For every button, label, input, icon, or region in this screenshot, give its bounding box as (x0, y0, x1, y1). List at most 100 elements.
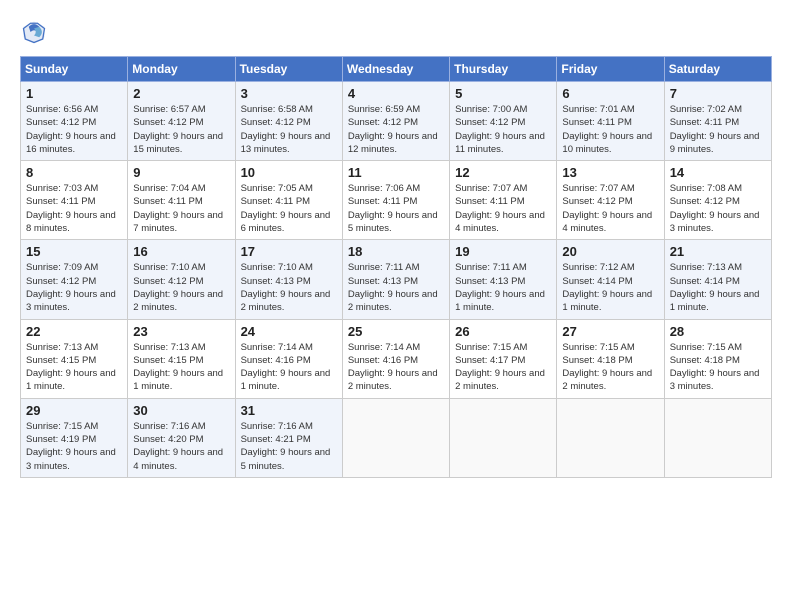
calendar-day-header: Tuesday (235, 57, 342, 82)
calendar-day-header: Saturday (664, 57, 771, 82)
cell-day-number: 10 (241, 165, 337, 180)
calendar-cell: 15 Sunrise: 7:09 AMSunset: 4:12 PMDaylig… (21, 240, 128, 319)
cell-sunrise: Sunrise: 6:56 AMSunset: 4:12 PMDaylight:… (26, 104, 116, 155)
calendar-cell (664, 398, 771, 477)
cell-sunrise: Sunrise: 6:57 AMSunset: 4:12 PMDaylight:… (133, 104, 223, 155)
page: SundayMondayTuesdayWednesdayThursdayFrid… (0, 0, 792, 612)
cell-sunrise: Sunrise: 6:58 AMSunset: 4:12 PMDaylight:… (241, 104, 331, 155)
cell-sunrise: Sunrise: 7:15 AMSunset: 4:19 PMDaylight:… (26, 421, 116, 472)
calendar-cell: 17 Sunrise: 7:10 AMSunset: 4:13 PMDaylig… (235, 240, 342, 319)
calendar-cell: 29 Sunrise: 7:15 AMSunset: 4:19 PMDaylig… (21, 398, 128, 477)
cell-day-number: 26 (455, 324, 551, 339)
cell-sunrise: Sunrise: 7:09 AMSunset: 4:12 PMDaylight:… (26, 262, 116, 313)
calendar-cell (557, 398, 664, 477)
cell-day-number: 1 (26, 86, 122, 101)
cell-sunrise: Sunrise: 7:03 AMSunset: 4:11 PMDaylight:… (26, 183, 116, 234)
calendar-week-row: 1 Sunrise: 6:56 AMSunset: 4:12 PMDayligh… (21, 82, 772, 161)
cell-sunrise: Sunrise: 7:12 AMSunset: 4:14 PMDaylight:… (562, 262, 652, 313)
calendar-week-row: 22 Sunrise: 7:13 AMSunset: 4:15 PMDaylig… (21, 319, 772, 398)
calendar-day-header: Friday (557, 57, 664, 82)
calendar-cell: 7 Sunrise: 7:02 AMSunset: 4:11 PMDayligh… (664, 82, 771, 161)
calendar-cell: 30 Sunrise: 7:16 AMSunset: 4:20 PMDaylig… (128, 398, 235, 477)
cell-sunrise: Sunrise: 6:59 AMSunset: 4:12 PMDaylight:… (348, 104, 438, 155)
calendar-cell: 14 Sunrise: 7:08 AMSunset: 4:12 PMDaylig… (664, 161, 771, 240)
logo (20, 18, 52, 46)
calendar-cell: 11 Sunrise: 7:06 AMSunset: 4:11 PMDaylig… (342, 161, 449, 240)
cell-day-number: 16 (133, 244, 229, 259)
cell-sunrise: Sunrise: 7:11 AMSunset: 4:13 PMDaylight:… (455, 262, 545, 313)
calendar-cell: 5 Sunrise: 7:00 AMSunset: 4:12 PMDayligh… (450, 82, 557, 161)
calendar-cell (450, 398, 557, 477)
calendar-week-row: 15 Sunrise: 7:09 AMSunset: 4:12 PMDaylig… (21, 240, 772, 319)
cell-day-number: 3 (241, 86, 337, 101)
cell-day-number: 24 (241, 324, 337, 339)
calendar-cell: 6 Sunrise: 7:01 AMSunset: 4:11 PMDayligh… (557, 82, 664, 161)
cell-day-number: 20 (562, 244, 658, 259)
calendar-cell: 19 Sunrise: 7:11 AMSunset: 4:13 PMDaylig… (450, 240, 557, 319)
calendar-cell: 26 Sunrise: 7:15 AMSunset: 4:17 PMDaylig… (450, 319, 557, 398)
cell-sunrise: Sunrise: 7:07 AMSunset: 4:11 PMDaylight:… (455, 183, 545, 234)
cell-day-number: 12 (455, 165, 551, 180)
cell-day-number: 23 (133, 324, 229, 339)
cell-sunrise: Sunrise: 7:10 AMSunset: 4:12 PMDaylight:… (133, 262, 223, 313)
calendar-cell: 31 Sunrise: 7:16 AMSunset: 4:21 PMDaylig… (235, 398, 342, 477)
cell-day-number: 5 (455, 86, 551, 101)
calendar-week-row: 8 Sunrise: 7:03 AMSunset: 4:11 PMDayligh… (21, 161, 772, 240)
cell-day-number: 21 (670, 244, 766, 259)
cell-sunrise: Sunrise: 7:13 AMSunset: 4:14 PMDaylight:… (670, 262, 760, 313)
calendar-cell: 13 Sunrise: 7:07 AMSunset: 4:12 PMDaylig… (557, 161, 664, 240)
cell-sunrise: Sunrise: 7:08 AMSunset: 4:12 PMDaylight:… (670, 183, 760, 234)
calendar-cell: 18 Sunrise: 7:11 AMSunset: 4:13 PMDaylig… (342, 240, 449, 319)
calendar-cell: 21 Sunrise: 7:13 AMSunset: 4:14 PMDaylig… (664, 240, 771, 319)
cell-day-number: 18 (348, 244, 444, 259)
cell-day-number: 31 (241, 403, 337, 418)
calendar-cell: 28 Sunrise: 7:15 AMSunset: 4:18 PMDaylig… (664, 319, 771, 398)
cell-day-number: 4 (348, 86, 444, 101)
cell-sunrise: Sunrise: 7:14 AMSunset: 4:16 PMDaylight:… (348, 342, 438, 393)
cell-day-number: 13 (562, 165, 658, 180)
cell-sunrise: Sunrise: 7:02 AMSunset: 4:11 PMDaylight:… (670, 104, 760, 155)
calendar-day-header: Thursday (450, 57, 557, 82)
cell-day-number: 22 (26, 324, 122, 339)
cell-day-number: 9 (133, 165, 229, 180)
cell-sunrise: Sunrise: 7:16 AMSunset: 4:20 PMDaylight:… (133, 421, 223, 472)
calendar-cell: 22 Sunrise: 7:13 AMSunset: 4:15 PMDaylig… (21, 319, 128, 398)
cell-sunrise: Sunrise: 7:15 AMSunset: 4:18 PMDaylight:… (562, 342, 652, 393)
cell-day-number: 19 (455, 244, 551, 259)
cell-sunrise: Sunrise: 7:14 AMSunset: 4:16 PMDaylight:… (241, 342, 331, 393)
calendar-cell: 2 Sunrise: 6:57 AMSunset: 4:12 PMDayligh… (128, 82, 235, 161)
cell-day-number: 2 (133, 86, 229, 101)
cell-day-number: 11 (348, 165, 444, 180)
cell-day-number: 14 (670, 165, 766, 180)
cell-day-number: 28 (670, 324, 766, 339)
cell-sunrise: Sunrise: 7:00 AMSunset: 4:12 PMDaylight:… (455, 104, 545, 155)
calendar-week-row: 29 Sunrise: 7:15 AMSunset: 4:19 PMDaylig… (21, 398, 772, 477)
cell-day-number: 25 (348, 324, 444, 339)
cell-day-number: 7 (670, 86, 766, 101)
cell-sunrise: Sunrise: 7:07 AMSunset: 4:12 PMDaylight:… (562, 183, 652, 234)
cell-day-number: 30 (133, 403, 229, 418)
cell-sunrise: Sunrise: 7:15 AMSunset: 4:18 PMDaylight:… (670, 342, 760, 393)
calendar-cell: 27 Sunrise: 7:15 AMSunset: 4:18 PMDaylig… (557, 319, 664, 398)
calendar-cell: 20 Sunrise: 7:12 AMSunset: 4:14 PMDaylig… (557, 240, 664, 319)
calendar-day-header: Wednesday (342, 57, 449, 82)
calendar-day-header: Sunday (21, 57, 128, 82)
calendar-cell: 23 Sunrise: 7:13 AMSunset: 4:15 PMDaylig… (128, 319, 235, 398)
cell-sunrise: Sunrise: 7:11 AMSunset: 4:13 PMDaylight:… (348, 262, 438, 313)
calendar-cell: 10 Sunrise: 7:05 AMSunset: 4:11 PMDaylig… (235, 161, 342, 240)
calendar-table: SundayMondayTuesdayWednesdayThursdayFrid… (20, 56, 772, 478)
header (20, 18, 772, 46)
calendar-cell: 9 Sunrise: 7:04 AMSunset: 4:11 PMDayligh… (128, 161, 235, 240)
calendar-cell: 12 Sunrise: 7:07 AMSunset: 4:11 PMDaylig… (450, 161, 557, 240)
cell-day-number: 17 (241, 244, 337, 259)
calendar-cell: 25 Sunrise: 7:14 AMSunset: 4:16 PMDaylig… (342, 319, 449, 398)
calendar-cell: 16 Sunrise: 7:10 AMSunset: 4:12 PMDaylig… (128, 240, 235, 319)
calendar-cell: 8 Sunrise: 7:03 AMSunset: 4:11 PMDayligh… (21, 161, 128, 240)
cell-sunrise: Sunrise: 7:13 AMSunset: 4:15 PMDaylight:… (133, 342, 223, 393)
cell-sunrise: Sunrise: 7:13 AMSunset: 4:15 PMDaylight:… (26, 342, 116, 393)
cell-day-number: 29 (26, 403, 122, 418)
calendar-header-row: SundayMondayTuesdayWednesdayThursdayFrid… (21, 57, 772, 82)
calendar-cell: 1 Sunrise: 6:56 AMSunset: 4:12 PMDayligh… (21, 82, 128, 161)
calendar-cell: 4 Sunrise: 6:59 AMSunset: 4:12 PMDayligh… (342, 82, 449, 161)
cell-sunrise: Sunrise: 7:15 AMSunset: 4:17 PMDaylight:… (455, 342, 545, 393)
